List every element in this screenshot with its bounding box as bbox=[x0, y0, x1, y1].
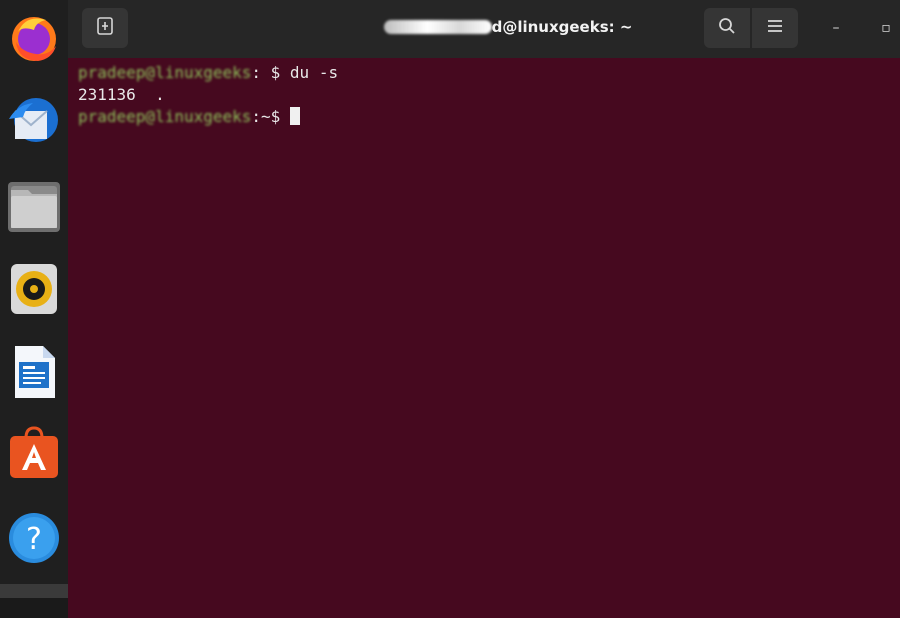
dock-item-software[interactable] bbox=[6, 426, 62, 486]
window-title-text: d@linuxgeeks: ~ bbox=[491, 18, 633, 36]
dock: ? bbox=[0, 0, 72, 618]
terminal-line-2: 231136 . bbox=[78, 84, 888, 106]
window-title: d@linuxgeeks: ~ bbox=[328, 18, 688, 36]
headerbar: d@linuxgeeks: ~ – ▫ bbox=[68, 0, 900, 58]
help-icon: ? bbox=[7, 511, 61, 569]
thunderbird-icon bbox=[7, 95, 61, 153]
dock-item-thunderbird[interactable] bbox=[6, 96, 62, 152]
new-tab-button[interactable] bbox=[82, 8, 128, 48]
menu-button[interactable] bbox=[752, 8, 798, 48]
terminal-line-3: pradeep@linuxgeeks:~$ bbox=[78, 106, 888, 128]
svg-text:?: ? bbox=[26, 522, 42, 557]
dock-item-firefox[interactable] bbox=[6, 12, 62, 68]
search-button[interactable] bbox=[704, 8, 750, 48]
dock-separator bbox=[0, 584, 72, 598]
dock-item-writer[interactable] bbox=[6, 346, 62, 402]
redacted-username bbox=[383, 20, 492, 34]
show-applications-area[interactable] bbox=[0, 598, 68, 618]
command-output: 231136 . bbox=[78, 85, 165, 104]
firefox-icon bbox=[8, 12, 60, 68]
dock-item-files[interactable] bbox=[6, 180, 62, 236]
dock-item-help[interactable]: ? bbox=[6, 512, 62, 568]
rhythmbox-icon bbox=[7, 260, 61, 320]
files-icon bbox=[6, 178, 62, 238]
terminal-window: d@linuxgeeks: ~ – ▫ pradeep@linuxgeeks: … bbox=[68, 0, 900, 618]
terminal-line-1: pradeep@linuxgeeks: $ du -s bbox=[78, 62, 888, 84]
dock-item-rhythmbox[interactable] bbox=[6, 262, 62, 318]
prompt-symbol: : $ bbox=[251, 63, 290, 82]
new-tab-icon bbox=[95, 16, 115, 40]
prompt-symbol: :~$ bbox=[251, 107, 290, 126]
hamburger-menu-icon bbox=[765, 16, 785, 40]
prompt-user-host: pradeep@linuxgeeks bbox=[78, 63, 252, 82]
text-cursor bbox=[289, 107, 300, 125]
software-center-icon bbox=[6, 426, 62, 486]
command-text: du -s bbox=[289, 63, 339, 82]
prompt-user-host: pradeep@linuxgeeks bbox=[78, 107, 252, 126]
writer-icon bbox=[9, 344, 59, 404]
terminal-content[interactable]: pradeep@linuxgeeks: $ du -s 231136 . pra… bbox=[78, 62, 888, 128]
search-icon bbox=[717, 16, 737, 40]
minimize-button[interactable]: – bbox=[826, 18, 846, 38]
maximize-button[interactable]: ▫ bbox=[876, 18, 896, 38]
